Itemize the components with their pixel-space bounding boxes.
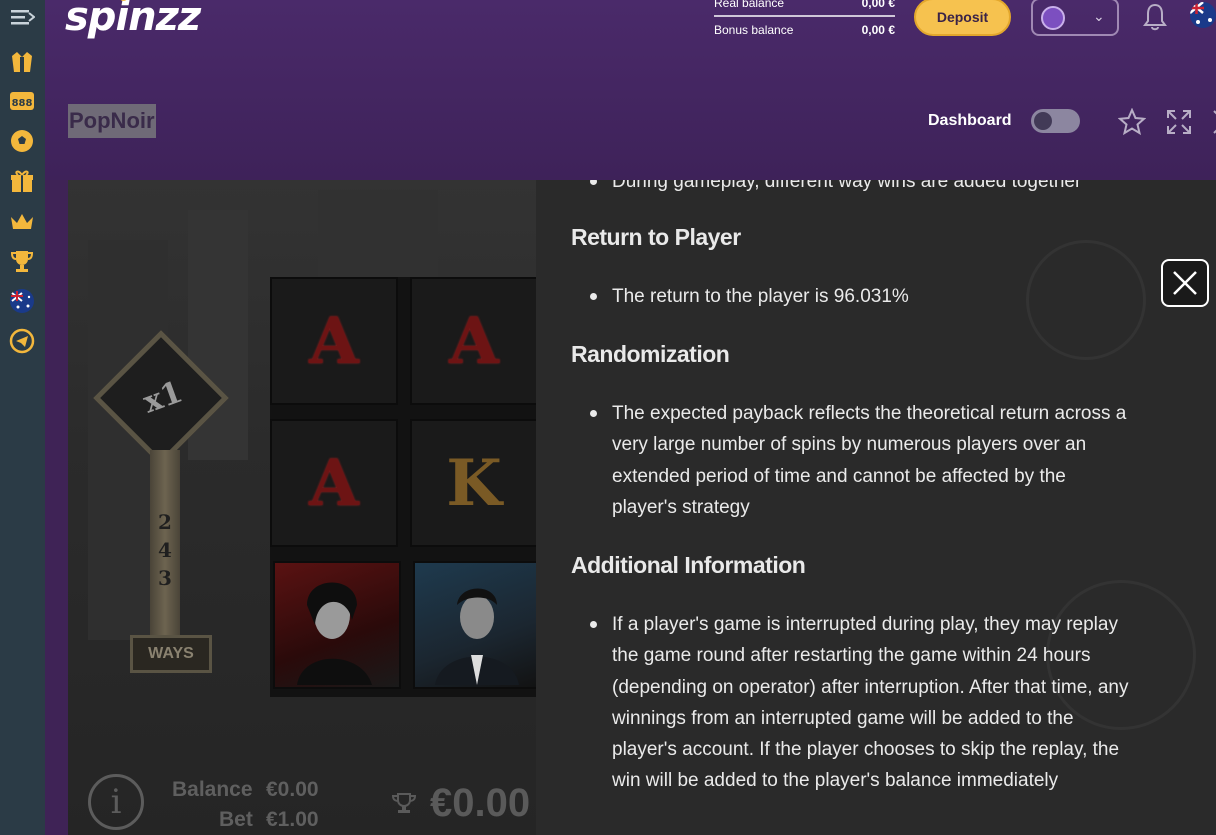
woman-portrait-symbol — [273, 561, 401, 689]
menu-icon[interactable] — [8, 3, 36, 31]
man-portrait-symbol — [413, 561, 541, 689]
symbol-letter: A — [309, 445, 359, 521]
info-button[interactable]: i — [88, 774, 144, 830]
ways-digit: 3 — [158, 566, 172, 590]
win-amount: €0.00 — [430, 781, 531, 825]
profile-menu-button[interactable]: ⌄ — [1031, 0, 1119, 36]
bet-value: €1.00 — [266, 808, 319, 831]
ways-pole: 2 4 3 — [150, 450, 180, 640]
reel-symbol: A — [410, 277, 538, 405]
win-trophy-icon — [390, 792, 418, 821]
symbol-letter: K — [446, 445, 502, 521]
dashboard-toggle[interactable] — [1031, 109, 1080, 133]
deposit-button[interactable]: Deposit — [914, 0, 1011, 36]
bonus-balance-row: Bonus balance 0,00 € — [714, 23, 895, 37]
crown-icon[interactable] — [8, 207, 36, 235]
symbol-letter: A — [309, 303, 359, 379]
section-list: The return to the player is 96.031% — [571, 281, 1131, 312]
close-icon — [1173, 271, 1197, 295]
ways-label: WAYS — [130, 635, 212, 673]
telegram-icon[interactable] — [8, 327, 36, 355]
bonus-balance-label: Bonus balance — [714, 23, 794, 37]
sidebar: 888 — [0, 0, 45, 835]
top-header: spinzz Real balance 0,00 € Bonus balance… — [45, 0, 1216, 180]
cut-off-item: During gameplay, different way wins are … — [571, 180, 1131, 197]
bonus-balance-value: 0,00 € — [861, 23, 895, 37]
language-flag-icon[interactable] — [1190, 2, 1216, 28]
avatar-icon — [1041, 6, 1065, 30]
888-icon[interactable]: 888 — [8, 87, 36, 115]
real-balance-value: 0,00 € — [861, 0, 895, 10]
australia-flag-icon[interactable] — [8, 287, 36, 315]
section-heading: Randomization — [571, 341, 730, 367]
cut-off-list: During gameplay, different way wins are … — [571, 180, 1131, 197]
section-item: If a player's game is interrupted during… — [571, 609, 1131, 797]
section-heading: Return to Player — [571, 224, 741, 250]
casino-icon[interactable] — [8, 47, 36, 75]
section-list: The expected payback reflects the theore… — [571, 398, 1131, 523]
favorite-star-icon[interactable] — [1117, 107, 1147, 141]
soccer-ball-icon[interactable] — [8, 127, 36, 155]
chevron-down-icon: ⌄ — [1093, 8, 1105, 24]
section-item: The expected payback reflects the theore… — [571, 398, 1131, 523]
game-frame[interactable]: A A A K x1 2 4 3 WAYS i Balance €0.00 Be… — [68, 180, 1216, 835]
dashboard-label: Dashboard — [928, 112, 1012, 129]
bell-icon[interactable] — [1142, 2, 1168, 37]
real-balance-row: Real balance 0,00 € — [714, 0, 895, 10]
bet-label: Bet — [219, 808, 253, 831]
gift-icon[interactable] — [8, 167, 36, 195]
toggle-knob — [1034, 112, 1052, 130]
building-silhouette — [318, 190, 438, 280]
spinzz-logo[interactable]: spinzz — [65, 0, 201, 40]
trophy-icon[interactable] — [8, 247, 36, 275]
close-game-icon[interactable] — [1211, 108, 1216, 136]
balance-value: €0.00 — [266, 778, 319, 801]
svg-text:888: 888 — [12, 98, 33, 109]
section-list: If a player's game is interrupted during… — [571, 609, 1131, 797]
reel-symbol: A — [270, 419, 398, 547]
ways-digit: 4 — [158, 538, 172, 562]
section-item: The return to the player is 96.031% — [571, 281, 1131, 312]
game-info-panel: During gameplay, different way wins are … — [536, 180, 1216, 835]
symbol-letter: A — [449, 303, 499, 379]
close-info-button[interactable] — [1161, 259, 1209, 307]
reel-symbol: A — [270, 277, 398, 405]
ways-digit: 2 — [158, 510, 172, 534]
reels[interactable]: A A A K — [270, 277, 541, 697]
reel-symbol: K — [410, 419, 538, 547]
balance-divider — [714, 15, 895, 17]
section-heading: Additional Information — [571, 552, 806, 578]
real-balance-label: Real balance — [714, 0, 785, 10]
game-title: PopNoir — [68, 104, 156, 138]
balance-label: Balance — [172, 778, 253, 801]
fullscreen-icon[interactable] — [1165, 108, 1193, 141]
